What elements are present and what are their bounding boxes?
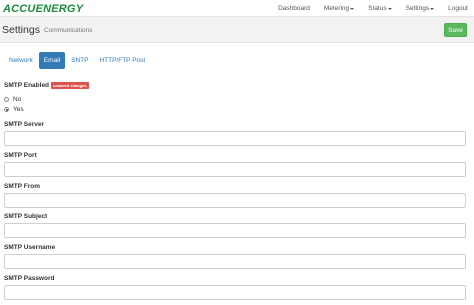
smtp-password-input[interactable] — [4, 285, 466, 300]
page-subtitle: Communications — [44, 27, 93, 34]
smtp-port-label: SMTP Port — [4, 152, 37, 159]
page-title: Settings — [2, 24, 40, 36]
settings-tabs: Network Email SNTP HTTP/FTP Post — [4, 52, 151, 69]
radio-yes-option[interactable]: Yes — [4, 106, 24, 113]
top-navbar: ACCUENERGY Dashboard Metering Status Set… — [0, 0, 474, 17]
caret-down-icon — [387, 7, 392, 10]
smtp-from-input[interactable] — [4, 193, 466, 208]
nav-metering[interactable]: Metering — [324, 5, 355, 12]
smtp-enabled-label: SMTP Enabled — [4, 82, 50, 89]
caret-down-icon — [430, 7, 435, 10]
smtp-password-label: SMTP Password — [4, 275, 55, 282]
smtp-subject-input[interactable] — [4, 223, 466, 238]
accuenergy-logo[interactable]: ACCUENERGY — [3, 1, 83, 16]
nav-logout[interactable]: Logout — [448, 5, 468, 12]
smtp-port-input[interactable] — [4, 162, 466, 177]
page-header: Settings Communications — [0, 17, 474, 43]
nav-status[interactable]: Status — [368, 5, 392, 12]
smtp-from-label: SMTP From — [4, 183, 40, 190]
tab-email[interactable]: Email — [38, 52, 66, 69]
save-button[interactable]: Save — [444, 23, 467, 37]
smtp-username-input[interactable] — [4, 254, 466, 269]
smtp-username-label: SMTP Username — [4, 244, 56, 251]
smtp-server-input[interactable] — [4, 131, 466, 146]
radio-yes[interactable] — [4, 107, 9, 112]
caret-down-icon — [350, 7, 355, 10]
unsaved-changes-badge: unsaved changes — [51, 82, 89, 89]
nav-settings[interactable]: Settings — [406, 5, 435, 12]
nav-menu: Dashboard Metering Status Settings Logou… — [264, 0, 468, 17]
smtp-subject-label: SMTP Subject — [4, 213, 48, 220]
tab-sntp[interactable]: SNTP — [66, 52, 93, 69]
smtp-server-label: SMTP Server — [4, 121, 44, 128]
radio-no[interactable] — [4, 97, 9, 102]
tab-network[interactable]: Network — [4, 52, 38, 69]
radio-no-option[interactable]: No — [4, 96, 21, 103]
tab-http-ftp-post[interactable]: HTTP/FTP Post — [94, 52, 150, 69]
logo-text: ACCUENERGY — [3, 2, 84, 15]
nav-dashboard[interactable]: Dashboard — [278, 5, 310, 12]
